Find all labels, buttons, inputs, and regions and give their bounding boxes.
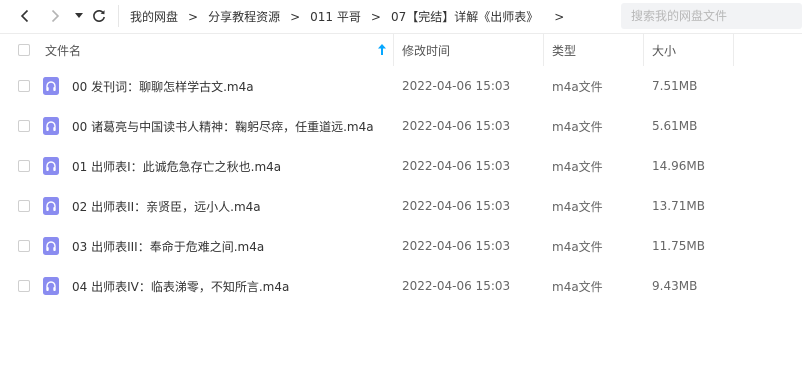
search-box <box>621 3 802 29</box>
file-modified: 2022-04-06 15:03 <box>402 199 511 213</box>
file-type: m4a文件 <box>552 79 603 94</box>
file-size: 13.71MB <box>652 199 705 213</box>
file-type: m4a文件 <box>552 119 603 134</box>
column-divider[interactable] <box>733 34 734 66</box>
file-row[interactable]: 01 出师表I：此诚危急存亡之秋也.m4a 2022-04-06 15:03 m… <box>5 146 802 186</box>
refresh-button[interactable] <box>89 6 109 26</box>
row-checkbox[interactable] <box>18 80 30 92</box>
file-modified: 2022-04-06 15:03 <box>402 119 511 133</box>
column-divider[interactable] <box>543 34 544 66</box>
audio-file-icon <box>43 77 59 95</box>
select-all-checkbox[interactable] <box>18 44 30 56</box>
row-checkbox[interactable] <box>18 160 30 172</box>
file-name[interactable]: 00 发刊词：聊聊怎样学古文.m4a <box>72 66 254 106</box>
search-input[interactable] <box>629 8 798 24</box>
file-name[interactable]: 00 诸葛亮与中国读书人精神：鞠躬尽瘁，任重道远.m4a <box>72 106 374 146</box>
file-name[interactable]: 04 出师表IV：临表涕零，不知所言.m4a <box>72 266 289 306</box>
forward-button[interactable] <box>45 6 65 26</box>
file-size: 9.43MB <box>652 279 698 293</box>
chevron-left-icon <box>20 9 29 23</box>
file-type: m4a文件 <box>552 239 603 254</box>
file-size: 14.96MB <box>652 159 705 173</box>
file-name[interactable]: 01 出师表I：此诚危急存亡之秋也.m4a <box>72 146 281 186</box>
column-header-type[interactable]: 类型 <box>552 34 576 66</box>
column-divider[interactable] <box>393 34 394 66</box>
back-button[interactable] <box>15 6 35 26</box>
breadcrumb-item-root[interactable]: 我的网盘 <box>122 8 186 25</box>
file-list-header: 文件名 修改时间 类型 大小 <box>5 34 802 66</box>
breadcrumb-separator: > <box>188 9 199 24</box>
column-header-size[interactable]: 大小 <box>652 34 676 66</box>
breadcrumb-item-share[interactable]: 分享教程资源 <box>200 8 288 25</box>
column-divider[interactable] <box>643 34 644 66</box>
row-checkbox[interactable] <box>18 280 30 292</box>
file-type: m4a文件 <box>552 279 603 294</box>
caret-down-icon <box>75 13 83 18</box>
file-row[interactable]: 02 出师表II：亲贤臣，远小人.m4a 2022-04-06 15:03 m4… <box>5 186 802 226</box>
file-size: 5.61MB <box>652 119 698 133</box>
file-modified: 2022-04-06 15:03 <box>402 159 511 173</box>
column-header-name[interactable]: 文件名 <box>45 34 81 66</box>
arrow-up-icon[interactable] <box>378 44 386 55</box>
audio-file-icon <box>43 277 59 295</box>
file-row[interactable]: 04 出师表IV：临表涕零，不知所言.m4a 2022-04-06 15:03 … <box>5 266 802 306</box>
breadcrumb-separator: > <box>290 9 301 24</box>
file-modified: 2022-04-06 15:03 <box>402 239 511 253</box>
file-type: m4a文件 <box>552 199 603 214</box>
file-row[interactable]: 00 诸葛亮与中国读书人精神：鞠躬尽瘁，任重道远.m4a 2022-04-06 … <box>5 106 802 146</box>
toolbar-divider <box>118 5 119 27</box>
breadcrumb-item-author[interactable]: 011 平哥 <box>302 8 369 25</box>
row-checkbox[interactable] <box>18 120 30 132</box>
history-dropdown-button[interactable] <box>69 6 89 26</box>
breadcrumb-expand-arrow[interactable]: > <box>546 10 572 24</box>
file-row[interactable]: 00 发刊词：聊聊怎样学古文.m4a 2022-04-06 15:03 m4a文… <box>5 66 802 106</box>
breadcrumb-item-current[interactable]: 07【完结】详解《出师表》 <box>383 8 546 25</box>
file-size: 7.51MB <box>652 79 698 93</box>
breadcrumb: 我的网盘 > 分享教程资源 > 011 平哥 > 07【完结】详解《出师表》 > <box>122 0 572 33</box>
row-checkbox[interactable] <box>18 200 30 212</box>
file-type: m4a文件 <box>552 159 603 174</box>
audio-file-icon <box>43 117 59 135</box>
column-header-modified[interactable]: 修改时间 <box>402 34 450 66</box>
file-size: 11.75MB <box>652 239 705 253</box>
toolbar: 我的网盘 > 分享教程资源 > 011 平哥 > 07【完结】详解《出师表》 > <box>0 0 802 33</box>
breadcrumb-separator: > <box>370 9 381 24</box>
refresh-icon <box>93 9 105 22</box>
file-name[interactable]: 03 出师表III：奉命于危难之间.m4a <box>72 226 264 266</box>
file-row[interactable]: 03 出师表III：奉命于危难之间.m4a 2022-04-06 15:03 m… <box>5 226 802 266</box>
file-list: 00 发刊词：聊聊怎样学古文.m4a 2022-04-06 15:03 m4a文… <box>5 66 802 306</box>
file-modified: 2022-04-06 15:03 <box>402 279 511 293</box>
audio-file-icon <box>43 237 59 255</box>
audio-file-icon <box>43 157 59 175</box>
audio-file-icon <box>43 197 59 215</box>
chevron-right-icon <box>51 9 60 23</box>
file-modified: 2022-04-06 15:03 <box>402 79 511 93</box>
row-checkbox[interactable] <box>18 240 30 252</box>
file-name[interactable]: 02 出师表II：亲贤臣，远小人.m4a <box>72 186 261 226</box>
